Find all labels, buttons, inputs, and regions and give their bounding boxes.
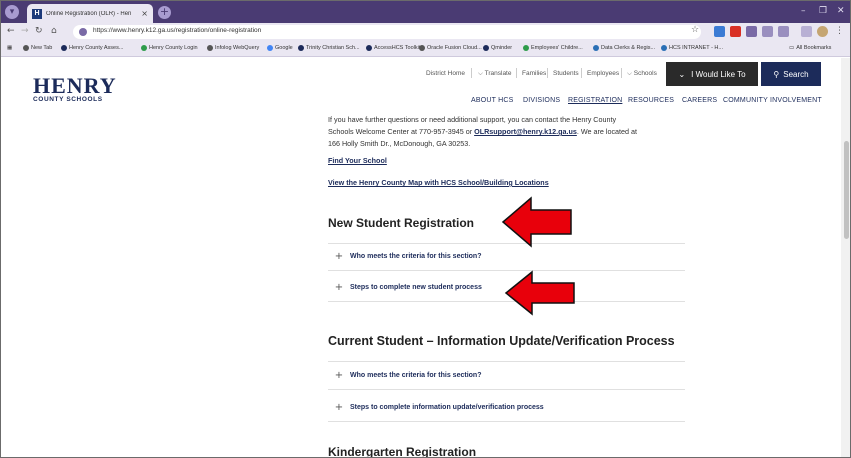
page-scrollbar[interactable] xyxy=(841,58,850,457)
maximize-icon[interactable]: ❐ xyxy=(819,6,827,16)
profile-avatar[interactable] xyxy=(817,26,828,37)
accordion-steps-update-verification[interactable]: + Steps to complete information update/v… xyxy=(328,394,685,422)
bookmark-item[interactable]: New Tab xyxy=(23,45,52,51)
henry-county-schools-logo[interactable]: HENRY COUNTY SCHOOLS xyxy=(33,75,117,104)
extension-icon[interactable] xyxy=(762,26,773,37)
bookmark-favicon-icon xyxy=(593,45,599,51)
school-map-link[interactable]: View the Henry County Map with HCS Schoo… xyxy=(328,178,549,187)
menu-kebab-icon[interactable]: ⋮ xyxy=(835,26,844,36)
back-icon[interactable]: ← xyxy=(7,26,15,36)
nav-divisions[interactable]: DIVISIONS xyxy=(523,97,560,104)
chevron-down-icon: ⌄ xyxy=(678,69,686,79)
new-student-registration-heading: New Student Registration xyxy=(328,216,475,230)
nav-separator xyxy=(516,68,517,78)
extensions-puzzle-icon[interactable] xyxy=(778,26,789,37)
bookmark-item[interactable]: Employees' Childre... xyxy=(523,45,583,51)
minimize-icon[interactable]: – xyxy=(801,6,806,16)
bookmark-item[interactable]: Oracle Fusion Cloud... xyxy=(419,45,482,51)
bookmarks-bar: ▦ New Tab Henry County Asses... Henry Co… xyxy=(1,41,850,57)
new-tab-icon[interactable]: + xyxy=(158,6,171,19)
bookmark-item[interactable]: AccessHCS Toolkit xyxy=(366,45,420,51)
bookmark-item[interactable]: HCS INTRANET - H... xyxy=(661,45,723,51)
bookmark-item[interactable]: Google xyxy=(267,45,293,51)
url-text: https://www.henry.k12.ga.us/registration… xyxy=(93,27,262,34)
bookmark-item[interactable]: Trinity Christian Sch... xyxy=(298,45,360,51)
close-tab-icon[interactable]: × xyxy=(141,9,148,18)
bookmark-item[interactable]: Infolog WebQuery xyxy=(207,45,259,51)
web-page: HENRY COUNTY SCHOOLS District Home ⌵ Tra… xyxy=(1,58,850,458)
folder-icon: ▭ xyxy=(789,45,795,51)
contact-paragraph: If you have further questions or need ad… xyxy=(328,115,638,148)
utility-nav-district-home[interactable]: District Home xyxy=(426,70,465,77)
nav-careers[interactable]: CAREERS xyxy=(682,97,717,104)
utility-nav-schools[interactable]: ⌵ Schools xyxy=(627,70,657,78)
support-email-link[interactable]: OLRsupport@henry.k12.ga.us xyxy=(474,127,577,136)
nav-registration[interactable]: REGISTRATION xyxy=(568,97,622,104)
find-your-school-link[interactable]: Find Your School xyxy=(328,156,387,165)
forward-icon[interactable]: → xyxy=(21,26,29,36)
red-arrow-annotation xyxy=(501,196,572,248)
i-would-like-to-button[interactable]: ⌄ I Would Like To xyxy=(666,62,758,86)
globe-icon xyxy=(23,45,29,51)
expand-plus-icon: + xyxy=(334,251,344,262)
accordion-who-meets-criteria[interactable]: + Who meets the criteria for this sectio… xyxy=(328,362,685,390)
utility-nav-employees[interactable]: Employees xyxy=(587,70,619,77)
red-arrow-annotation xyxy=(504,270,575,316)
extension-icon[interactable] xyxy=(746,26,757,37)
bookmark-favicon-icon xyxy=(661,45,667,51)
nav-separator xyxy=(547,68,548,78)
all-bookmarks[interactable]: ▭ All Bookmarks xyxy=(789,45,831,51)
nav-separator xyxy=(581,68,582,78)
side-panel-icon[interactable] xyxy=(801,26,812,37)
nav-community-involvement[interactable]: COMMUNITY INVOLVEMENT xyxy=(723,97,822,104)
bookmark-favicon-icon xyxy=(483,45,489,51)
bookmark-favicon-icon xyxy=(298,45,304,51)
reload-icon[interactable]: ↻ xyxy=(35,26,43,36)
kindergarten-registration-heading: Kindergarten Registration xyxy=(328,445,477,458)
extension-icon[interactable] xyxy=(730,26,741,37)
henry-favicon-icon: H xyxy=(32,8,42,19)
globe-icon xyxy=(207,45,213,51)
site-info-icon[interactable] xyxy=(79,28,87,36)
expand-plus-icon: + xyxy=(334,282,344,293)
bookmark-favicon-icon xyxy=(366,45,372,51)
bookmark-favicon-icon xyxy=(61,45,67,51)
utility-nav-students[interactable]: Students xyxy=(553,70,579,77)
bookmark-favicon-icon xyxy=(141,45,147,51)
home-icon[interactable]: ⌂ xyxy=(51,26,57,36)
google-icon xyxy=(267,45,273,51)
utility-nav-families[interactable]: Families xyxy=(522,70,546,77)
bookmark-item[interactable]: Qminder xyxy=(483,45,512,51)
close-window-icon[interactable]: ✕ xyxy=(837,6,845,16)
nav-separator xyxy=(471,68,472,78)
tab-search-icon[interactable]: ▾ xyxy=(5,5,19,19)
bookmark-item[interactable]: Henry County Asses... xyxy=(61,45,123,51)
expand-plus-icon: + xyxy=(334,370,344,381)
browser-window: ▾ H Online Registration (OLR) - Hen × + … xyxy=(0,0,851,458)
globe-icon xyxy=(419,45,425,51)
current-student-update-heading: Current Student – Information Update/Ver… xyxy=(328,334,675,348)
bookmark-item[interactable]: Henry County Login xyxy=(141,45,198,51)
apps-grid-icon[interactable]: ▦ xyxy=(7,45,12,51)
search-button[interactable]: ⚲ Search xyxy=(761,62,821,86)
nav-resources[interactable]: RESOURCES xyxy=(628,97,674,104)
bookmark-star-icon[interactable]: ☆ xyxy=(691,25,699,35)
bookmark-item[interactable]: Data Clerks & Regis... xyxy=(593,45,655,51)
utility-nav-translate[interactable]: ⌵ Translate xyxy=(478,70,511,78)
bookmark-favicon-icon xyxy=(523,45,529,51)
tab-title: Online Registration (OLR) - Hen xyxy=(46,10,132,17)
browser-tab[interactable]: H Online Registration (OLR) - Hen × xyxy=(27,4,153,23)
tab-bar: ▾ H Online Registration (OLR) - Hen × + … xyxy=(1,1,850,23)
address-bar-row: ← → ↻ ⌂ https://www.henry.k12.ga.us/regi… xyxy=(1,23,850,41)
url-input[interactable]: https://www.henry.k12.ga.us/registration… xyxy=(73,25,701,39)
extension-icon[interactable] xyxy=(714,26,725,37)
nav-about-hcs[interactable]: ABOUT HCS xyxy=(471,97,514,104)
nav-separator xyxy=(621,68,622,78)
search-icon: ⚲ xyxy=(773,69,780,79)
scrollbar-thumb[interactable] xyxy=(844,141,849,239)
expand-plus-icon: + xyxy=(334,402,344,413)
